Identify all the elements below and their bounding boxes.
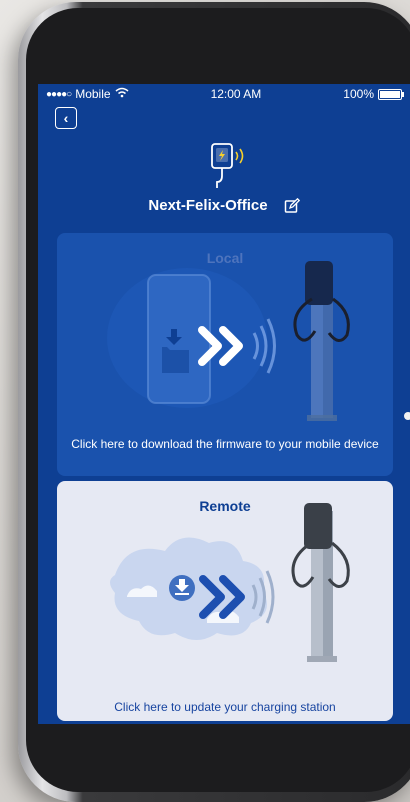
battery-group: 100% xyxy=(343,87,404,101)
remote-card-description: Click here to update your charging stati… xyxy=(114,700,336,714)
back-button[interactable]: ‹ xyxy=(55,107,77,129)
charging-station-image xyxy=(293,261,350,421)
remote-update-card[interactable]: Remote Click here to update your chargin… xyxy=(57,481,393,721)
signal-dots-icon: ●●●●○ xyxy=(46,88,72,100)
chevron-left-icon: ‹ xyxy=(63,110,69,126)
clock: 12:00 AM xyxy=(210,87,262,101)
app-screen: ●●●●○ Mobile 12:00 AM 100% ‹ Next-Felix-… xyxy=(38,84,410,724)
local-update-card[interactable]: Local Click here to download the firmwar… xyxy=(57,233,393,476)
charger-icon xyxy=(211,143,244,188)
download-icon xyxy=(169,575,195,601)
remote-card-title: Remote xyxy=(199,498,251,514)
carrier-label: Mobile xyxy=(75,87,111,101)
local-card-description: Click here to download the firmware to y… xyxy=(71,437,379,451)
device-name-row: Next-Felix-Office xyxy=(38,197,410,214)
edit-icon[interactable] xyxy=(284,197,300,214)
charging-station-image xyxy=(291,503,350,662)
local-card-title: Local xyxy=(206,250,244,266)
battery-icon xyxy=(378,88,404,100)
carrier-group: ●●●●○ Mobile xyxy=(46,87,129,101)
side-indicator-dot xyxy=(404,412,410,420)
device-name: Next-Felix-Office xyxy=(148,197,268,214)
wifi-icon xyxy=(115,87,129,101)
status-bar: ●●●●○ Mobile 12:00 AM 100% xyxy=(38,84,410,104)
battery-percent: 100% xyxy=(343,87,374,101)
